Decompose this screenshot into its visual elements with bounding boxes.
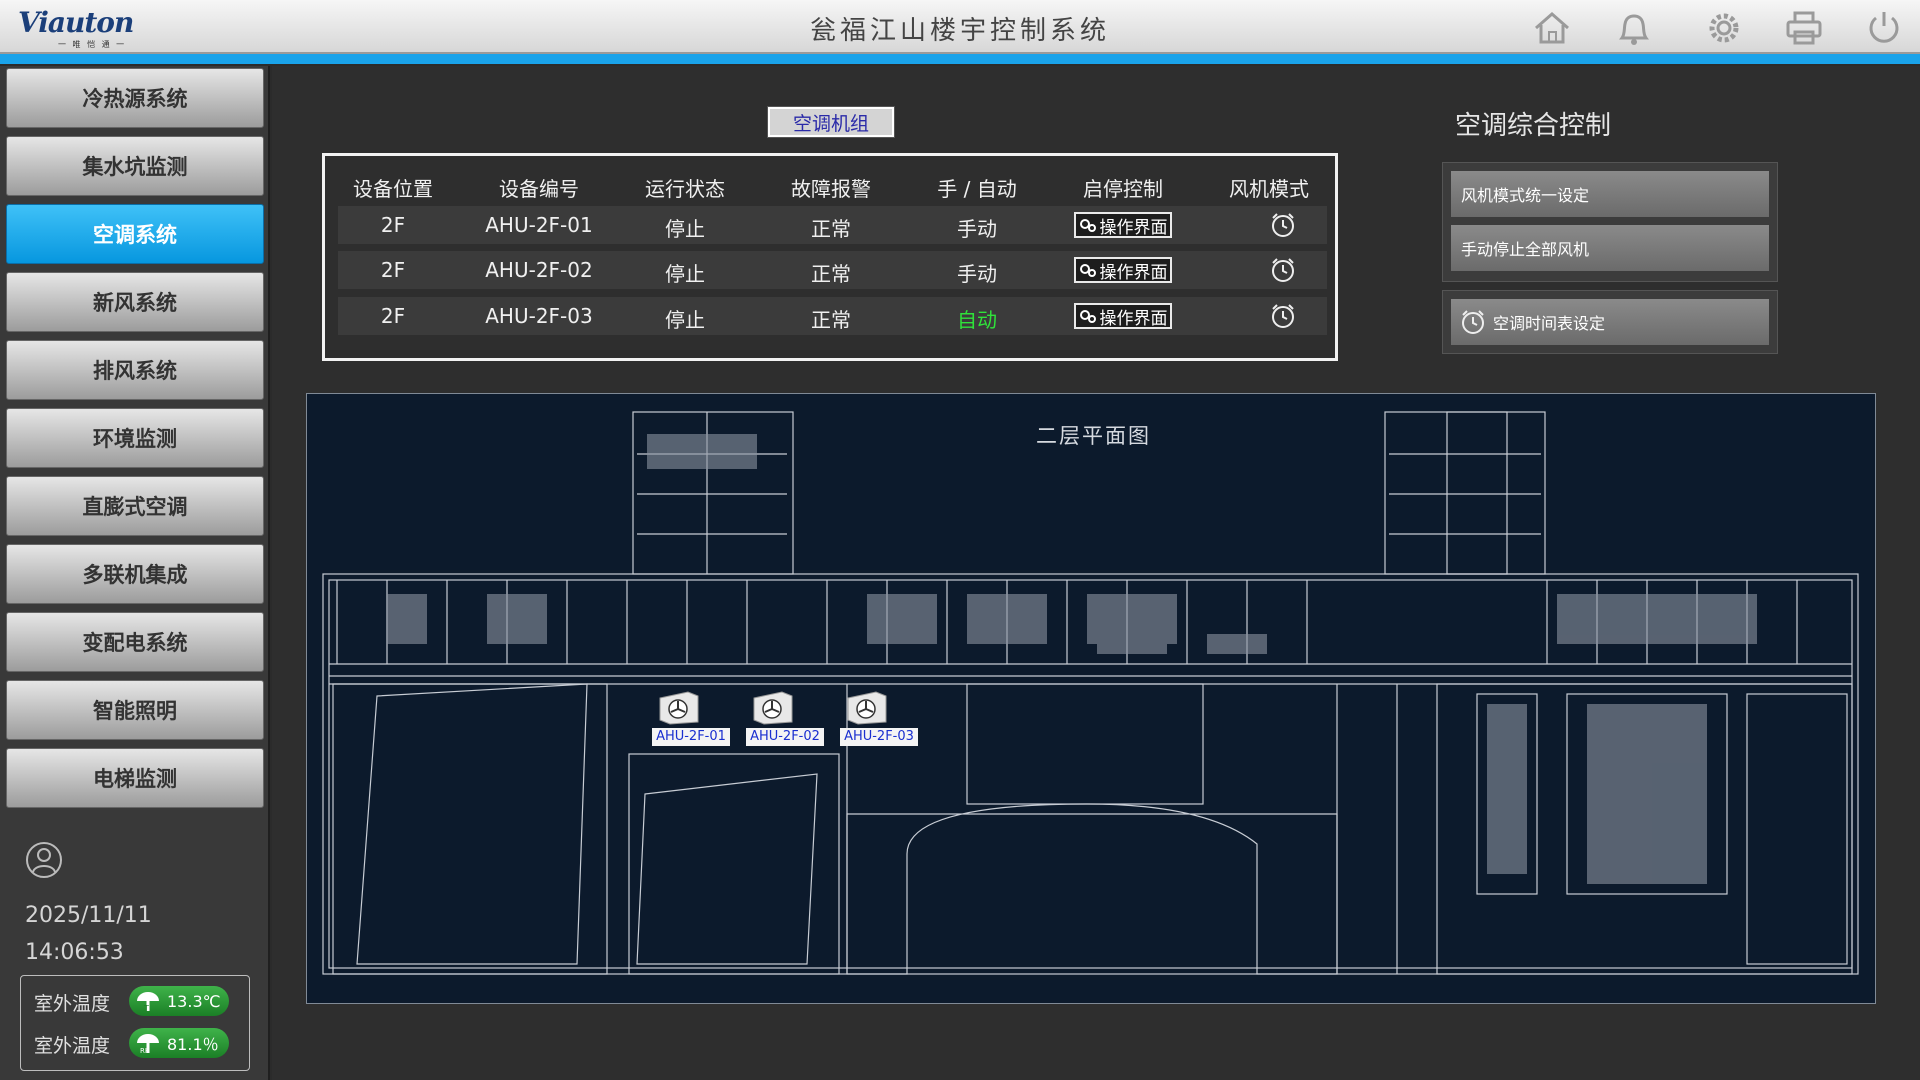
ahu-marker[interactable]: AHU-2F-03 [840,690,918,746]
header-fan-mode: 风机模式 [1229,177,1309,201]
outdoor-humidity-badge: RH 81.1％ [129,1028,229,1058]
outdoor-temp-value: 13.3℃ [167,991,221,1011]
header-bar: Viauton 一 唯 恺 通 一 瓮福江山楼宇控制系统 [0,0,1920,54]
alarm-clock-icon[interactable] [1269,211,1297,239]
sidebar-item-lighting[interactable]: 智能照明 [6,680,264,740]
gear-icon[interactable] [1702,8,1746,48]
cog-icon [1079,310,1096,323]
cell-manual-auto: 手动 [957,217,997,241]
sidebar-item-dx-ac[interactable]: 直膨式空调 [6,476,264,536]
operate-button-label: 操作界面 [1099,308,1168,329]
stop-all-fans-button[interactable]: 手动停止全部风机 [1451,225,1769,271]
cell-manual-auto: 手动 [957,262,997,286]
user-icon[interactable] [24,840,64,880]
sidebar-item-elevator[interactable]: 电梯监测 [6,748,264,808]
header-start-stop: 启停控制 [1083,177,1163,201]
alarm-clock-icon [1462,310,1484,334]
floor-plan [306,393,1876,1004]
ahu-marker[interactable]: AHU-2F-02 [746,690,824,746]
cell-device-id: AHU-2F-01 [485,213,593,237]
ac-schedule-label: 空调时间表设定 [1493,314,1606,333]
outdoor-humidity-label: 室外温度 [34,1035,111,1057]
ahu-label: AHU-2F-02 [746,728,824,746]
app-root: Viauton 一 唯 恺 通 一 瓮福江山楼宇控制系统 冷热源系统 集水坑监测… [0,0,1920,1080]
thermometer-icon: T [137,992,159,1013]
operate-button[interactable]: 操作界面 [1074,257,1172,283]
ahu-table: 设备位置 设备编号 运行状态 故障报警 手 / 自动 启停控制 风机模式 2F … [322,153,1338,361]
table-row: 2F AHU-2F-03 停止 正常 自动 操作界面 [338,297,1327,335]
cell-run-status: 停止 [665,262,705,286]
sidebar-item-sump-monitor[interactable]: 集水坑监测 [6,136,264,196]
fan-mode-set-button[interactable]: 风机模式统一设定 [1451,171,1769,217]
sidebar-item-exhaust[interactable]: 排风系统 [6,340,264,400]
current-time: 14:06:53 [25,940,124,965]
tab-ahu-group[interactable]: 空调机组 [768,107,894,137]
operate-button[interactable]: 操作界面 [1074,212,1172,238]
header-device-id: 设备编号 [499,177,579,201]
sidebar-item-air-conditioning[interactable]: 空调系统 [6,204,264,264]
alarm-clock-icon[interactable] [1269,256,1297,284]
header-accent-bar [0,54,1920,64]
ac-control-title: 空调综合控制 [1455,111,1612,141]
svg-text:RH: RH [140,1047,150,1055]
header-run-status: 运行状态 [645,177,725,201]
cell-device-id: AHU-2F-03 [485,304,593,328]
cell-device-id: AHU-2F-02 [485,258,593,282]
svg-text:T: T [143,1004,149,1013]
humidity-icon: RH [137,1034,159,1055]
home-icon[interactable] [1530,8,1574,48]
cell-location: 2F [380,213,406,237]
cell-location: 2F [380,258,406,282]
sidebar-item-environment[interactable]: 环境监测 [6,408,264,468]
power-icon[interactable] [1862,8,1906,48]
ahu-label: AHU-2F-01 [652,728,730,746]
cog-icon [1079,264,1096,277]
cell-run-status: 停止 [665,217,705,241]
fan-control-panel: 风机模式统一设定 手动停止全部风机 [1442,162,1778,282]
ac-schedule-button[interactable]: 空调时间表设定 [1451,299,1769,345]
schedule-panel: 空调时间表设定 [1442,290,1778,354]
operate-button-label: 操作界面 [1099,217,1168,238]
alarm-clock-icon[interactable] [1269,302,1297,330]
operate-button-label: 操作界面 [1099,262,1168,283]
cog-icon [1079,219,1096,232]
table-row: 2F AHU-2F-01 停止 正常 手动 操作界面 [338,206,1327,244]
bell-icon[interactable] [1612,8,1656,48]
cell-fault-alarm: 正常 [811,308,851,332]
sidebar-item-vrf[interactable]: 多联机集成 [6,544,264,604]
current-date: 2025/11/11 [25,903,152,928]
cell-fault-alarm: 正常 [811,217,851,241]
fan-unit-icon [847,691,887,725]
header-fault-alarm: 故障报警 [791,177,871,201]
table-row: 2F AHU-2F-02 停止 正常 手动 操作界面 [338,251,1327,289]
cell-location: 2F [380,304,406,328]
cell-fault-alarm: 正常 [811,262,851,286]
fan-unit-icon [659,691,699,725]
outdoor-temp-label: 室外温度 [34,993,111,1015]
header-manual-auto: 手 / 自动 [937,177,1017,201]
outdoor-temp-badge: T 13.3℃ [129,986,229,1016]
ahu-marker[interactable]: AHU-2F-01 [652,690,730,746]
sidebar-item-fresh-air[interactable]: 新风系统 [6,272,264,332]
cell-run-status: 停止 [665,308,705,332]
floor-plan-drawing [322,411,1859,975]
printer-icon[interactable] [1782,8,1826,48]
ahu-label: AHU-2F-03 [840,728,918,746]
cell-manual-auto: 自动 [957,308,997,332]
fan-unit-icon [753,691,793,725]
sidebar-item-power-distribution[interactable]: 变配电系统 [6,612,264,672]
weather-panel: 室外温度 T 13.3℃ 室外温度 RH 81.1％ [20,975,250,1071]
operate-button[interactable]: 操作界面 [1074,303,1172,329]
floor-plan-title: 二层平面图 [1036,424,1151,448]
sidebar-item-cold-heat-source[interactable]: 冷热源系统 [6,68,264,128]
outdoor-humidity-value: 81.1％ [167,1035,219,1054]
header-location: 设备位置 [353,177,433,201]
